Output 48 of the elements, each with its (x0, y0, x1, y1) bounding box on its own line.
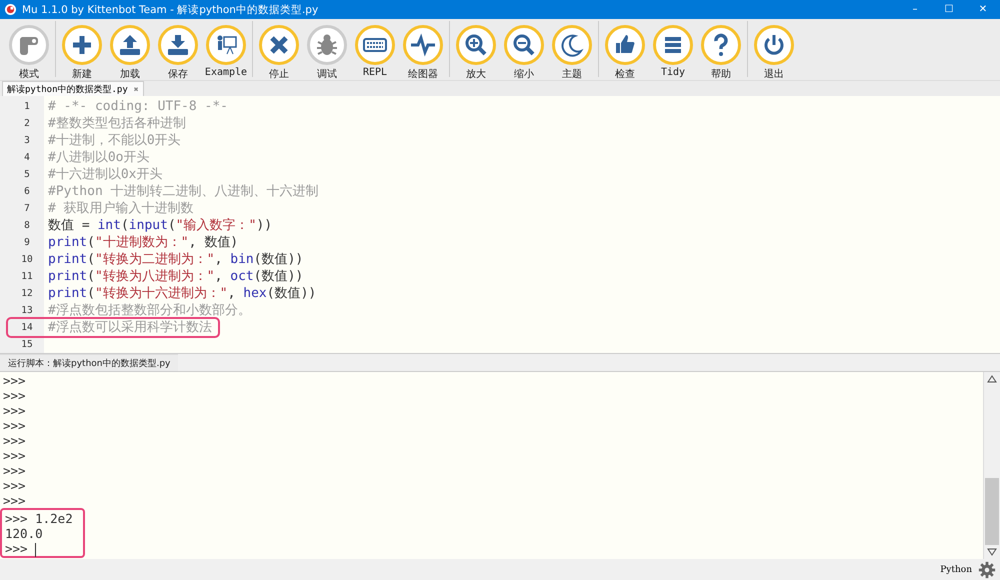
maximize-button[interactable]: ☐ (932, 4, 966, 15)
line-number: 6 (23, 185, 31, 199)
console-line: >>> (5, 541, 29, 556)
console-line: >>> (3, 373, 26, 388)
console-title: 运行脚本：解读python中的数据类型.py (0, 354, 178, 371)
line-number: 13 (20, 304, 34, 318)
line-number: 11 (20, 270, 34, 284)
line-number: 7 (23, 202, 31, 216)
code-line: #十进制，不能以0开头 (48, 132, 182, 149)
window-title: Mu 1.1.0 by Kittenbot Team - 解读python中的数据类型.py (22, 2, 320, 16)
line-number: 15 (20, 338, 34, 352)
line-number: 14 (20, 321, 34, 335)
line-number: 8 (23, 219, 31, 233)
line-number: 3 (23, 134, 31, 148)
console-line: >>> (3, 463, 26, 478)
code-line: # -*- coding: UTF-8 -*- (48, 98, 230, 115)
code-line: #Python 十进制转二进制、八进制、十六进制 (48, 183, 320, 200)
line-number: 12 (20, 287, 34, 301)
code-line: #浮点数包括整数部分和小数部分。 (48, 302, 252, 319)
line-number: 1 (23, 100, 31, 114)
code-line: print("转换为十六进制为：", hex(数值)) (48, 285, 318, 302)
console-line: >>> (3, 403, 26, 418)
code-line: print("转换为二进制为：", bin(数值)) (48, 251, 304, 268)
line-number: 5 (23, 168, 31, 182)
code-line: print("转换为八进制为：", oct(数值)) (48, 268, 304, 285)
mode-label: Python (940, 564, 972, 574)
console-line: >>> (3, 493, 26, 508)
line-number: 4 (23, 151, 31, 165)
code-line: # 获取用户输入十进制数 (48, 200, 195, 217)
console-line: >>> (3, 418, 26, 433)
code-line: #八进制以0o开头 (48, 149, 150, 166)
code-line: print("十进制数为：", 数值) (48, 234, 240, 251)
code-line: #浮点数可以采用科学计数法 (48, 319, 213, 336)
console-line: >>> (3, 448, 26, 463)
console-line: >>> (3, 478, 26, 493)
console-line: >>> (3, 433, 26, 448)
line-number: 10 (20, 253, 34, 267)
console-line: 120.0 (5, 526, 43, 541)
console-line: >>> 1.2e2 (5, 511, 73, 526)
line-number: 9 (23, 236, 31, 250)
file-tab[interactable]: 解读python中的数据类型.py ✖ (2, 81, 144, 96)
minimize-button[interactable]: – (898, 4, 932, 15)
close-button[interactable]: ✕ (966, 4, 1000, 15)
code-line: #整数类型包括各种进制 (48, 115, 187, 132)
console-line: >>> (3, 388, 26, 403)
code-line: 数值 = int(input("输入数字：")) (48, 217, 274, 234)
code-line: #十六进制以0x开头 (48, 166, 164, 183)
line-number: 2 (23, 117, 31, 131)
